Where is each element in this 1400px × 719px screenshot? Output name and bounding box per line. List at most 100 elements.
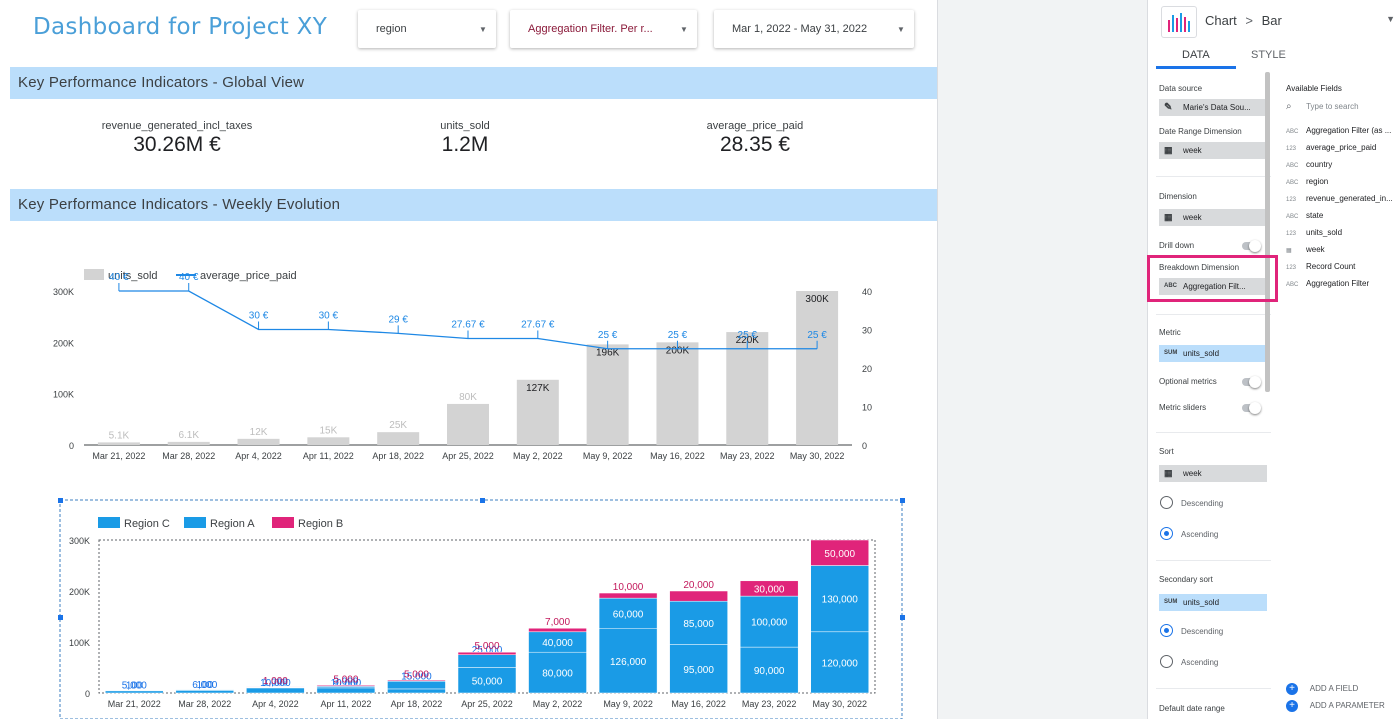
x-axis-tick: May 30, 2022 (812, 699, 867, 709)
selection-handle (58, 615, 63, 620)
x-axis-tick: Mar 28, 2022 (162, 451, 215, 461)
bar-units-sold (237, 438, 280, 445)
tab-style[interactable]: STYLE (1251, 49, 1286, 61)
y-axis-tick: 100K (69, 638, 90, 648)
y-axis-right-tick: 40 (862, 287, 872, 297)
add-parameter-button[interactable]: + ADD A PARAMETER (1286, 700, 1385, 712)
stacked-chart[interactable]: Region C Region A Region B 0 100K 200K 300K 5,0… (0, 493, 937, 719)
region-filter-label: region (376, 23, 407, 35)
field-item[interactable]: ABC country (1286, 160, 1332, 169)
dimension-chip[interactable]: ▦ week (1159, 209, 1267, 226)
secondary-sort-descending-radio[interactable] (1160, 624, 1173, 637)
divider (1156, 176, 1271, 177)
line-data-label: 30 € (249, 311, 269, 322)
x-axis-tick: Apr 18, 2022 (372, 451, 424, 461)
field-item[interactable]: ABC region (1286, 177, 1328, 186)
aggregation-filter-control[interactable]: Aggregation Filter. Per r... ▼ (510, 10, 697, 48)
add-circle-icon: + (1286, 700, 1298, 712)
add-field-button[interactable]: + ADD A FIELD (1286, 683, 1358, 695)
kpi-units-sold[interactable]: units_sold 1.2M (345, 120, 585, 157)
sort-value: week (1183, 469, 1202, 478)
y-axis-tick: 0 (85, 689, 90, 699)
bar-data-label: 300K (805, 294, 829, 305)
chevron-down-icon[interactable]: ▼ (1386, 14, 1395, 24)
pencil-icon: ✎ (1164, 102, 1173, 113)
optional-metrics-toggle[interactable] (1242, 376, 1261, 388)
secondary-sort-descending-label: Descending (1181, 627, 1224, 636)
line-data-label: 40 € (179, 272, 199, 283)
date-range-control[interactable]: Mar 1, 2022 - May 31, 2022 ▼ (714, 10, 914, 48)
field-item[interactable]: 123 revenue_generated_in... (1286, 194, 1393, 203)
region-filter-control[interactable]: region ▼ (358, 10, 496, 48)
available-fields-label: Available Fields (1286, 84, 1342, 93)
default-date-range-label: Default date range (1159, 704, 1225, 713)
secondary-sort-label: Secondary sort (1159, 575, 1213, 584)
dimension-label: Dimension (1159, 192, 1197, 201)
bar-units-sold (586, 344, 629, 445)
field-item[interactable]: ABC state (1286, 211, 1323, 220)
sort-descending-radio[interactable] (1160, 496, 1173, 509)
text-type-icon: ABC (1286, 214, 1299, 220)
field-name: country (1306, 160, 1333, 169)
x-axis-tick: Mar 21, 2022 (92, 451, 145, 461)
kpi-average-price[interactable]: average_price_paid 28.35 € (635, 120, 875, 157)
field-item[interactable]: 123 average_price_paid (1286, 143, 1376, 152)
kpi-value: 1.2M (441, 133, 489, 156)
stacked-data-label: 126,000 (610, 657, 647, 668)
field-item[interactable]: 123 units_sold (1286, 228, 1342, 237)
stacked-data-label: 7,000 (545, 617, 570, 628)
divider (1156, 688, 1271, 689)
secondary-sort-chip[interactable]: SUM units_sold (1159, 594, 1267, 611)
combo-chart[interactable]: units_sold average_price_paid0100K200K300… (0, 260, 937, 470)
drill-down-toggle[interactable] (1242, 240, 1261, 252)
tab-data[interactable]: DATA (1182, 49, 1210, 61)
add-circle-icon: + (1286, 683, 1298, 695)
field-item[interactable]: 123 Record Count (1286, 262, 1355, 271)
stacked-data-label: 40,000 (542, 638, 573, 649)
bar-data-label: 127K (526, 383, 550, 394)
field-item[interactable]: ABC Aggregation Filter (as ... (1286, 126, 1391, 135)
sort-chip[interactable]: ▦ week (1159, 465, 1267, 482)
stacked-data-label: 100 (126, 680, 143, 691)
bar-units-sold (167, 441, 210, 445)
panel-header: Chart > Bar ▼ DATA STYLE (1148, 0, 1400, 70)
stacked-data-label: 20,000 (683, 580, 714, 591)
stacked-bar-segment (387, 681, 446, 690)
date-range-label: Mar 1, 2022 - May 31, 2022 (732, 23, 868, 35)
field-name: Aggregation Filter (as ... (1306, 126, 1392, 135)
bar-units-sold (97, 442, 140, 445)
data-source-label: Data source (1159, 84, 1203, 93)
field-item[interactable]: ▦ week (1286, 245, 1325, 254)
stacked-data-label: 95,000 (683, 665, 714, 676)
breadcrumb-chart[interactable]: Chart (1205, 13, 1237, 28)
stacked-data-label: 120,000 (822, 658, 859, 669)
legend-swatch (184, 517, 206, 528)
kpi-revenue[interactable]: revenue_generated_incl_taxes 30.26M € (57, 120, 297, 157)
secondary-sort-ascending-radio[interactable] (1160, 655, 1173, 668)
available-fields-column: Available Fields ⌕ Type to search ABC Agg… (1279, 70, 1400, 719)
secondary-sort-value: units_sold (1183, 598, 1220, 607)
x-axis-tick: Apr 4, 2022 (235, 451, 282, 461)
calendar-icon: ▦ (1286, 248, 1292, 254)
field-name: region (1306, 177, 1329, 186)
x-axis-tick: Apr 25, 2022 (461, 699, 513, 709)
field-search[interactable]: ⌕ Type to search (1286, 101, 1392, 112)
metric-chip[interactable]: SUM units_sold (1159, 345, 1267, 362)
metric-label: Metric (1159, 328, 1181, 337)
bar-units-sold (447, 403, 489, 445)
bar-chart-type-icon[interactable] (1161, 6, 1197, 38)
sort-ascending-radio[interactable] (1160, 527, 1173, 540)
stacked-bar-segment (316, 685, 376, 687)
scrollbar[interactable] (1265, 72, 1270, 392)
stacked-data-label: 5,000 (404, 669, 429, 680)
line-data-label: 25 € (807, 330, 827, 341)
date-range-dimension-chip[interactable]: ▦ week (1159, 142, 1267, 159)
y-axis-tick: 300K (69, 536, 90, 546)
stacked-data-label: 90,000 (754, 666, 785, 677)
field-item[interactable]: ABC Aggregation Filter (1286, 279, 1369, 288)
data-source-chip[interactable]: ✎ Marie's Data Sou... (1159, 99, 1267, 116)
metric-sliders-toggle[interactable] (1242, 402, 1261, 414)
field-name: state (1306, 211, 1324, 220)
properties-panel: Chart > Bar ▼ DATA STYLE Data source ✎ M… (1147, 0, 1400, 719)
y-axis-right-tick: 30 (862, 326, 872, 336)
